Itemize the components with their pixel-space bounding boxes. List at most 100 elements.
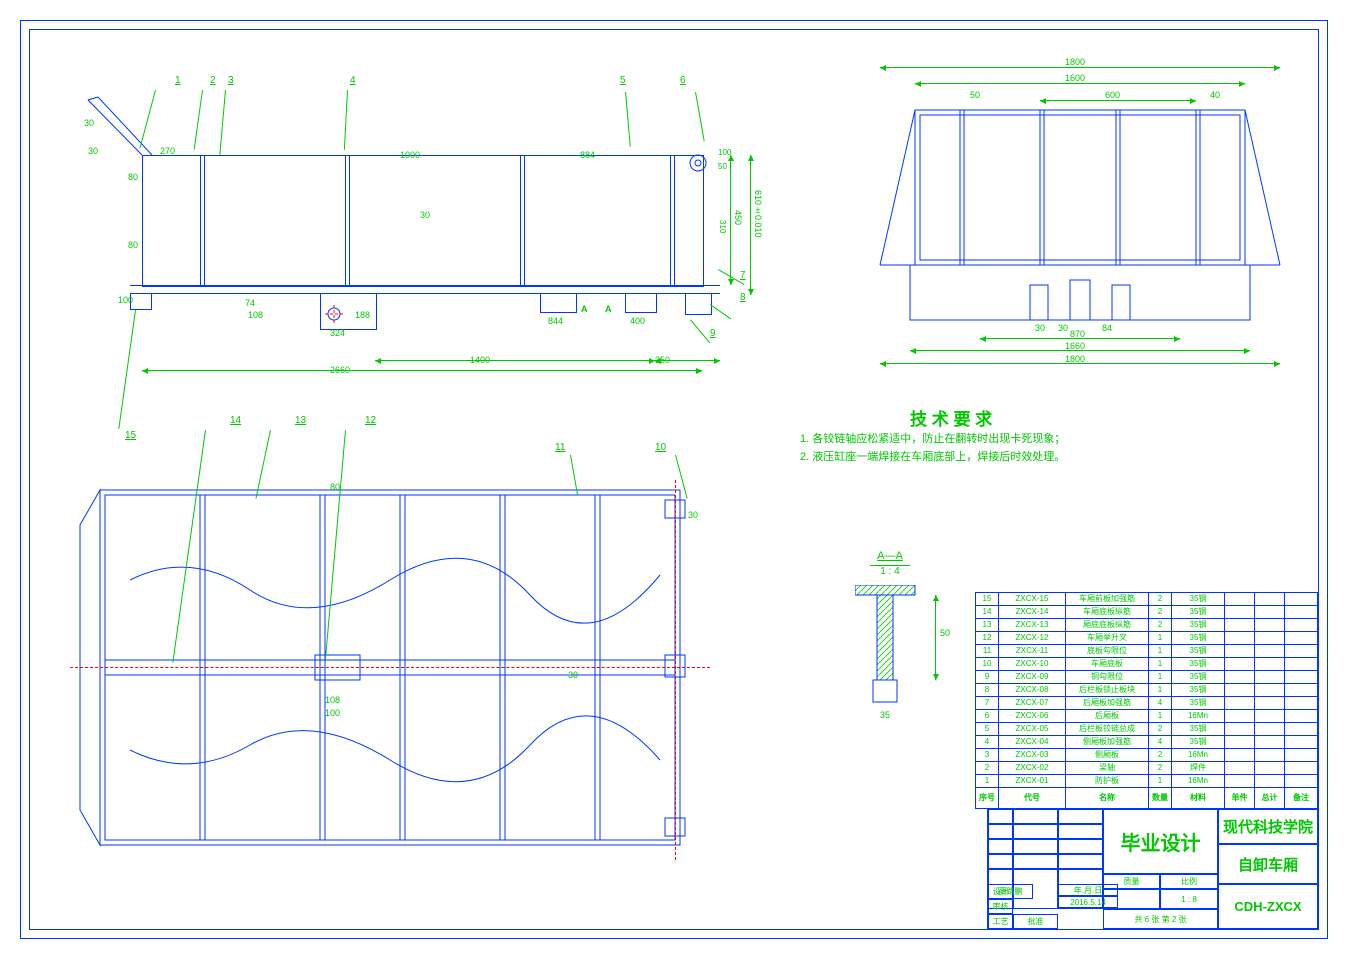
side-elevation-view: 1 2 3 4 5 6 7 8 9 15 270 1000 884 30 30 … (70, 110, 770, 410)
tb-code: CDH-ZXCX (1218, 884, 1318, 929)
balloon-13: 13 (295, 415, 306, 426)
balloon-9: 9 (710, 328, 716, 339)
balloon-1: 1 (175, 75, 181, 86)
drawing-frame-inner: 1 2 3 4 5 6 7 8 9 15 270 1000 884 30 30 … (29, 29, 1319, 930)
tb-designer: 薛路鹏 (988, 884, 1033, 899)
dim: 324 (330, 328, 345, 338)
table-row: 5ZXCX-05后栏板铰链总成235钢 (976, 723, 1318, 736)
section-label: A—A (870, 550, 910, 562)
bom-h-code: 代号 (999, 788, 1066, 809)
balloon-12: 12 (365, 415, 376, 426)
tb-scale-val: 1 : 8 (1160, 889, 1218, 909)
bom-h-no: 序号 (976, 788, 999, 809)
dim: 30 (568, 670, 578, 680)
tb-scale-lbl: 比例 (1160, 874, 1218, 889)
dim: 100 (325, 708, 340, 718)
dim: 1000 (400, 150, 420, 160)
dim: 30 (84, 118, 94, 128)
dim: 30 (88, 146, 98, 156)
balloon-4: 4 (350, 75, 356, 86)
bom-table: 15ZXCX-15车厢前板加强筋235钢 14ZXCX-14车厢底板纵筋235钢… (975, 592, 1318, 809)
dim: 50 (940, 628, 950, 638)
table-row: 1ZXCX-01防护板116Mn (976, 775, 1318, 788)
dim: 40 (1210, 90, 1220, 100)
dim: 80 (128, 172, 138, 182)
bom-h-qty: 数量 (1149, 788, 1172, 809)
balloon-6: 6 (680, 75, 686, 86)
tb-part: 自卸车厢 (1218, 844, 1318, 884)
table-row: 4ZXCX-04侧厢板加强筋435钢 (976, 736, 1318, 749)
balloon-2: 2 (210, 75, 216, 86)
dim: 30 (420, 210, 430, 220)
dim: 100 (718, 148, 731, 157)
section-mark-a: A (581, 304, 588, 314)
dim: 600 (1105, 90, 1120, 100)
section-scale: 1 : 4 (870, 565, 910, 577)
balloon-14: 14 (230, 415, 241, 426)
dim: 100 (118, 295, 133, 305)
front-elevation-view: 1800 1600 600 50 40 30 30 84 870 1660 18… (860, 55, 1300, 375)
balloon-11: 11 (555, 442, 565, 453)
dim: 188 (355, 310, 370, 320)
bom-h-note: 备注 (1285, 788, 1318, 809)
dim: 108 (248, 310, 263, 320)
dim: 30 (1035, 323, 1045, 333)
balloon-10: 10 (655, 442, 666, 453)
dim: 610±0.010 (753, 190, 763, 238)
rear-hinge (680, 145, 720, 185)
tech-req-title: 技 术 要 求 (910, 405, 992, 430)
dim: 30 (688, 510, 698, 520)
tb-tech: 工艺 (988, 914, 1013, 929)
bom-h-mat: 材料 (1172, 788, 1225, 809)
table-row: 13ZXCX-13厢底底板纵筋235钢 (976, 619, 1318, 632)
table-row: 6ZXCX-06后厢板116Mn (976, 710, 1318, 723)
dim: 108 (325, 695, 340, 705)
plan-view: 108 100 30 30 80 10 11 12 13 14 (70, 460, 710, 880)
dim: 1600 (1065, 73, 1085, 83)
table-row: 14ZXCX-14车厢底板纵筋235钢 (976, 606, 1318, 619)
dim: 80 (330, 482, 340, 492)
table-row: 8ZXCX-08后栏板锁止板块135钢 (976, 684, 1318, 697)
tb-check: 审核 (988, 899, 1013, 914)
dim: 1800 (1065, 57, 1085, 67)
section-a-a: A—A 1 : 4 50 35 (840, 550, 970, 730)
dim: 270 (160, 146, 175, 156)
dim: 50 (718, 162, 727, 171)
dim: 310 (718, 220, 727, 233)
bom-h-total: 总计 (1255, 788, 1285, 809)
dim: 74 (245, 298, 255, 308)
tb-project: 毕业设计 (1103, 809, 1218, 874)
tb-sheet: 共 6 张 第 2 张 (1103, 909, 1218, 929)
tb-mass: 质量 (1103, 874, 1160, 889)
dim: 1660 (1065, 341, 1085, 351)
table-row: 3ZXCX-03侧厢板216Mn (976, 749, 1318, 762)
tb-approve: 批准 (1013, 914, 1058, 929)
balloon-7: 7 (740, 270, 746, 281)
table-row: 9ZXCX-09铜勾限位135钢 (976, 671, 1318, 684)
dim: 884 (580, 150, 595, 160)
dim: 870 (1070, 329, 1085, 339)
tech-req-1: 1. 各铰链轴应松紧适中，防止在翻转时出现卡死现象； (800, 430, 1065, 446)
tb-school: 现代科技学院 (1218, 809, 1318, 844)
bom-h-unit: 单件 (1225, 788, 1255, 809)
dim: 450 (733, 210, 743, 225)
drawing-area: 1 2 3 4 5 6 7 8 9 15 270 1000 884 30 30 … (30, 30, 1318, 929)
dim: 400 (630, 316, 645, 326)
table-row: 7ZXCX-07后厢板加强筋435钢 (976, 697, 1318, 710)
table-row: 12ZXCX-12车厢举升叉135钢 (976, 632, 1318, 645)
dim: 80 (128, 240, 138, 250)
title-block: 设计 薛路鹏 年.月.日 审核 2016.5.14 工艺 批准 毕业设计 质量 … (987, 808, 1318, 929)
table-row: 10ZXCX-10车厢底板135钢 (976, 658, 1318, 671)
lift-pin (325, 305, 343, 323)
dim: 84 (1102, 323, 1112, 333)
tech-req-2: 2. 液压缸座一端焊接在车厢底部上，焊接后时效处理。 (800, 448, 1065, 464)
bom-h-name: 名称 (1066, 788, 1149, 809)
dim: 35 (880, 710, 890, 720)
balloon-8: 8 (740, 292, 746, 303)
balloon-5: 5 (620, 75, 626, 86)
drawing-frame-outer: 1 2 3 4 5 6 7 8 9 15 270 1000 884 30 30 … (20, 20, 1328, 939)
table-row: 2ZXCX-02梁轴2焊件 (976, 762, 1318, 775)
table-row: 15ZXCX-15车厢前板加强筋235钢 (976, 593, 1318, 606)
dim: 1800 (1065, 354, 1085, 364)
dim: 30 (1058, 323, 1068, 333)
